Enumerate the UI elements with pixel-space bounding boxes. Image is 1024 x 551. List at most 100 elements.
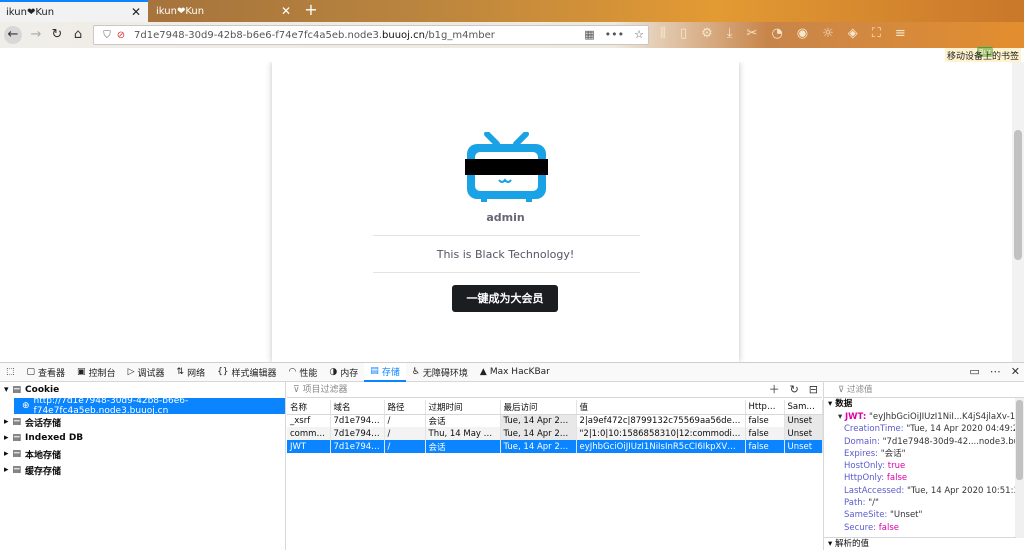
- close-icon[interactable]: ✕: [130, 5, 142, 19]
- cell[interactable]: Unset: [784, 440, 823, 453]
- cell[interactable]: 7d1e7948-...: [330, 414, 385, 427]
- extension-icon[interactable]: ⚙: [701, 26, 713, 41]
- url-text[interactable]: 7d1e7948-30d9-42b8-b6e6-f74e7fc4a5eb.nod…: [134, 30, 495, 41]
- tab-ikun-2[interactable]: ikun❤Kun ✕: [150, 0, 298, 22]
- cell[interactable]: Unset: [784, 427, 823, 440]
- tab-debugger[interactable]: ▷ 调试器: [122, 363, 171, 382]
- cell[interactable]: false: [745, 427, 785, 440]
- cookie-property-row[interactable]: HostOnly: true: [824, 460, 1024, 472]
- pick-element-button[interactable]: ⬚: [0, 363, 21, 382]
- toggle-sidebar-icon[interactable]: ⊟: [809, 382, 818, 398]
- cell[interactable]: /: [384, 427, 426, 440]
- cell[interactable]: commod...: [287, 427, 331, 440]
- cell[interactable]: false: [745, 440, 785, 453]
- tree-local-storage[interactable]: ▸ ▤ 本地存储: [0, 446, 285, 462]
- table-row[interactable]: commod... 7d1e7948-... / Thu, 14 May 202…: [287, 427, 823, 440]
- cookie-property-row[interactable]: LastAccessed: "Tue, 14 Apr 2020 10:51:33…: [824, 485, 1024, 497]
- column-header[interactable]: 域名: [330, 400, 385, 415]
- column-header[interactable]: 过期时间: [425, 400, 501, 415]
- sidebar-icon[interactable]: ▯: [680, 26, 687, 41]
- tree-indexeddb[interactable]: ▸ ▤ Indexed DB: [0, 430, 285, 446]
- cell[interactable]: /: [384, 414, 426, 427]
- tree-session-storage[interactable]: ▸ ▤ 会话存储: [0, 414, 285, 430]
- cell[interactable]: eyJhbGciOiJIUzI1NiIsInR5cCI6IkpXVCJ9.eyJ…: [576, 440, 746, 453]
- library-icon[interactable]: ⫼: [660, 26, 666, 41]
- shield-icon[interactable]: ⛉: [100, 30, 114, 41]
- home-button[interactable]: ⌂: [69, 26, 87, 44]
- column-header[interactable]: 值: [576, 400, 746, 415]
- cell[interactable]: _xsrf: [287, 414, 331, 427]
- extension-icon[interactable]: ◉: [797, 26, 808, 41]
- tab-hackbar[interactable]: ▲ Max HacKBar: [474, 363, 556, 382]
- add-item-icon[interactable]: ＋: [769, 382, 780, 398]
- extension-icon[interactable]: ⛶: [872, 26, 881, 41]
- cell[interactable]: 会话: [425, 440, 501, 453]
- jwt-value-row[interactable]: ▾ JWT: "eyJhbGciOiJIUzI1NiI...K4jS4jlaXv…: [824, 411, 1024, 423]
- column-header[interactable]: 名称: [287, 400, 331, 415]
- cell[interactable]: JWT: [287, 440, 331, 453]
- mobile-bookmarks-link[interactable]: 移动设备上的书签: [945, 48, 1022, 63]
- cookie-property-row[interactable]: Domain: "7d1e7948-30d9-42....node3.buuoj…: [824, 436, 1024, 448]
- sidebar-scrollbar[interactable]: [1015, 398, 1024, 538]
- tab-memory[interactable]: ◑ 内存: [323, 363, 364, 382]
- cookie-property-row[interactable]: CreationTime: "Tue, 14 Apr 2020 04:49:23…: [824, 423, 1024, 435]
- screenshot-icon[interactable]: ✂: [747, 26, 758, 41]
- cell[interactable]: Thu, 14 May 2020 ...: [425, 427, 501, 440]
- column-header[interactable]: 路径: [384, 400, 426, 415]
- tab-ikun-1[interactable]: ikun❤Kun ✕: [0, 0, 148, 22]
- extension-icon[interactable]: ◈: [848, 26, 858, 41]
- data-section-header[interactable]: ▾ 数据: [824, 398, 1024, 411]
- become-vip-button[interactable]: 一键成为大会员: [452, 285, 558, 312]
- parsed-section-header[interactable]: ▾ 解析的值: [824, 537, 1016, 550]
- new-tab-button[interactable]: +: [302, 0, 320, 22]
- qr-code-icon[interactable]: ▦: [584, 28, 594, 41]
- cell[interactable]: Unset: [784, 414, 823, 427]
- item-filter-input[interactable]: ⊽ 项目过滤器 ＋ ↻ ⊟: [287, 382, 822, 398]
- column-header[interactable]: HttpOnly: [745, 400, 785, 415]
- column-header[interactable]: 最后访问: [500, 400, 577, 415]
- value-filter-input[interactable]: ⊽ 过滤值: [824, 382, 1024, 398]
- cell[interactable]: 7d1e7948-...: [330, 440, 385, 453]
- insecure-lock-icon[interactable]: ⊘: [114, 30, 128, 41]
- extension-icon[interactable]: ◔: [771, 26, 782, 41]
- refresh-icon[interactable]: ↻: [790, 382, 799, 398]
- cell[interactable]: false: [745, 414, 785, 427]
- cookie-property-row[interactable]: Expires: "会话": [824, 448, 1024, 460]
- tab-style-editor[interactable]: {} 样式编辑器: [211, 363, 282, 382]
- cell[interactable]: 会话: [425, 414, 501, 427]
- bookmark-star-icon[interactable]: ☆: [634, 28, 644, 41]
- cell[interactable]: Tue, 14 Apr 2020 ...: [500, 414, 577, 427]
- table-row[interactable]: _xsrf 7d1e7948-... / 会话 Tue, 14 Apr 2020…: [287, 414, 823, 427]
- dock-icon[interactable]: ▭: [969, 365, 979, 378]
- extension-icon[interactable]: ☼: [822, 26, 834, 41]
- back-button[interactable]: ←: [4, 26, 22, 44]
- close-icon[interactable]: ✕: [280, 4, 292, 18]
- table-row[interactable]: JWT 7d1e7948-... / 会话 Tue, 14 Apr 2020 .…: [287, 440, 823, 453]
- scrollbar-thumb[interactable]: [1014, 130, 1022, 260]
- tab-network[interactable]: ⇅ 网络: [171, 363, 212, 382]
- cookie-property-row[interactable]: HttpOnly: false: [824, 472, 1024, 484]
- cell[interactable]: Tue, 14 Apr 2020 ...: [500, 427, 577, 440]
- tree-cookie-host[interactable]: ⊕ http://7d1e7948-30d9-42b8-b6e6-f74e7fc4…: [14, 396, 285, 416]
- url-bar[interactable]: ⛉ ⊘ 7d1e7948-30d9-42b8-b6e6-f74e7fc4a5eb…: [93, 25, 649, 45]
- more-options-icon[interactable]: ⋯: [990, 365, 1001, 378]
- cell[interactable]: 2|a9ef472c|8799132c75569aa56deb593d9a4..…: [576, 414, 746, 427]
- scrollbar-thumb[interactable]: [1016, 400, 1023, 480]
- tab-accessibility[interactable]: ♿ 无障碍环境: [406, 363, 474, 382]
- menu-icon[interactable]: ≡: [895, 26, 906, 41]
- cell[interactable]: /: [384, 440, 426, 453]
- page-scrollbar[interactable]: [1012, 62, 1024, 362]
- page-actions-icon[interactable]: •••: [605, 28, 624, 41]
- tab-console[interactable]: ▣ 控制台: [71, 363, 122, 382]
- cell[interactable]: 7d1e7948-...: [330, 427, 385, 440]
- cell[interactable]: "2|1:0|10:1586858310|12:commodity_id|8:M…: [576, 427, 746, 440]
- cookie-property-row[interactable]: SameSite: "Unset": [824, 509, 1024, 521]
- cell[interactable]: Tue, 14 Apr 2020 ...: [500, 440, 577, 453]
- forward-button[interactable]: →: [27, 26, 45, 44]
- reload-button[interactable]: ↻: [48, 26, 66, 44]
- tab-storage[interactable]: ▤ 存储: [364, 362, 406, 382]
- tree-cache-storage[interactable]: ▸ ▤ 缓存存储: [0, 462, 285, 478]
- cookie-property-row[interactable]: Secure: false: [824, 522, 1024, 534]
- download-icon[interactable]: ⤓: [727, 26, 733, 41]
- tab-performance[interactable]: ◠ 性能: [283, 363, 324, 382]
